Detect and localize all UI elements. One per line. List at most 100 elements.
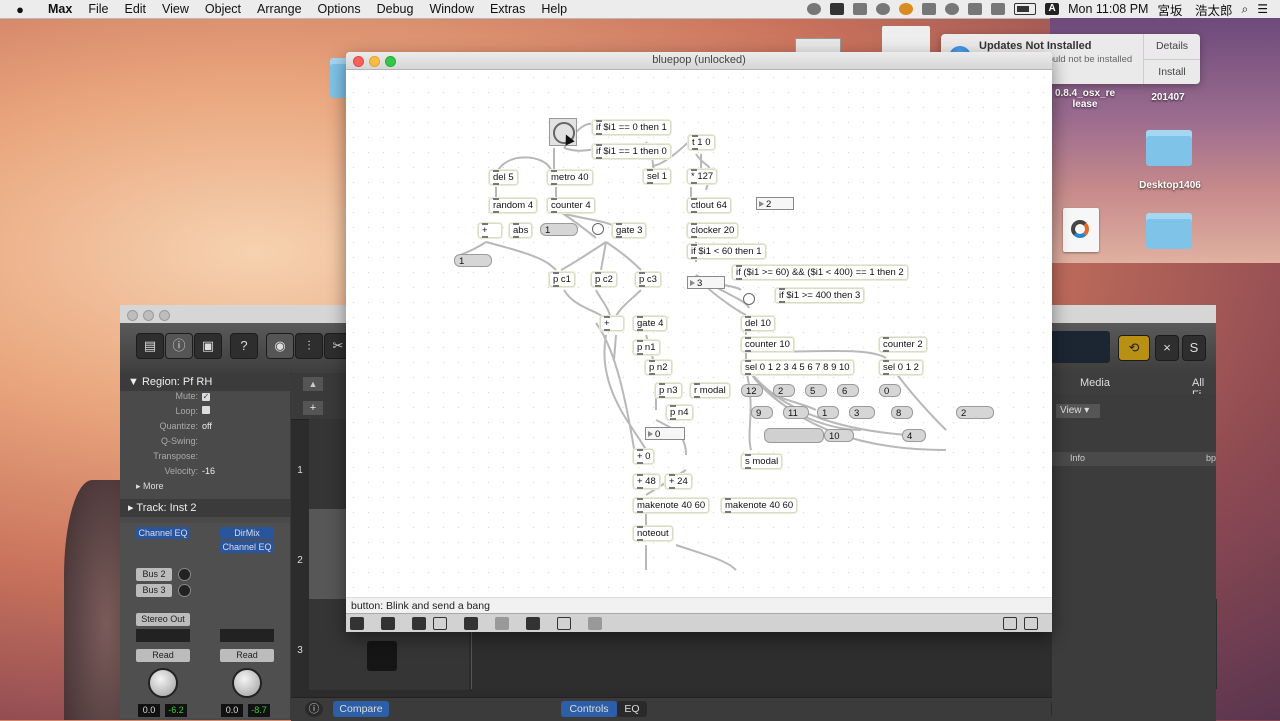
menu-app-max[interactable]: Max [40, 2, 80, 16]
info-icon[interactable]: ⓘ [305, 701, 323, 717]
delete-icon[interactable] [433, 617, 447, 630]
menu-edit[interactable]: Edit [116, 2, 154, 16]
wifi-icon[interactable] [968, 3, 983, 15]
message-box[interactable]: 5 [805, 384, 827, 397]
number-box[interactable]: 0 [645, 427, 685, 440]
object-counter-10[interactable]: counter 10 [741, 337, 794, 352]
object-p-c2[interactable]: p c2 [591, 272, 617, 287]
message-box[interactable]: 3 [849, 406, 875, 419]
compare-button[interactable]: Compare [333, 701, 389, 717]
bpm-column[interactable]: bp [1206, 453, 1216, 463]
channel-eq-slot-2[interactable]: Channel EQ [220, 541, 274, 553]
library-icon[interactable]: ▤ [136, 333, 164, 359]
spotlight-icon[interactable]: ⌕ [1242, 2, 1249, 17]
toggle-icon[interactable] [592, 223, 604, 235]
inspector-icon[interactable] [495, 617, 509, 630]
cycle-icon[interactable]: ⟲ [1118, 335, 1150, 361]
add-track-icon[interactable]: + [303, 401, 323, 415]
folder-icon[interactable] [1146, 213, 1192, 249]
patcher-canvas[interactable]: if $i1 == 0 then 1 if $i1 == 1 then 0 t … [346, 70, 1052, 597]
object-p-n2[interactable]: p n2 [645, 360, 672, 375]
minimize-icon[interactable] [143, 310, 154, 321]
menu-options[interactable]: Options [310, 2, 369, 16]
object-if-lt60[interactable]: if $i1 < 60 then 1 [687, 244, 766, 259]
message-box[interactable]: 12 [741, 384, 763, 397]
object-s-modal[interactable]: s modal [741, 454, 783, 469]
menu-object[interactable]: Object [197, 2, 249, 16]
object-gate-3[interactable]: gate 3 [612, 223, 647, 238]
message-box[interactable]: 10 [824, 429, 854, 442]
quantize-value[interactable]: off [202, 421, 212, 431]
object-sel-1[interactable]: sel 1 [643, 169, 672, 184]
settings-icon[interactable] [588, 617, 602, 630]
object-p-n3[interactable]: p n3 [655, 383, 682, 398]
apple-menu-icon[interactable]: ● [0, 2, 40, 17]
pan-knob[interactable] [232, 668, 262, 698]
group-slot[interactable] [136, 629, 190, 642]
message-box[interactable]: 1 [817, 406, 839, 419]
message-box[interactable]: 1 [540, 223, 578, 236]
number-box[interactable]: 2 [756, 197, 794, 210]
solo-icon[interactable]: S [1182, 335, 1206, 361]
channel-eq-slot[interactable]: Channel EQ [136, 527, 190, 539]
menubar-clock[interactable]: Mon 11:08 PM [1068, 2, 1148, 16]
smart-controls-icon[interactable]: ◉ [266, 333, 294, 359]
desktop-file-label[interactable]: 201407 [1140, 92, 1196, 103]
object-plus-48[interactable]: + 48 [633, 474, 660, 489]
send-knob-icon[interactable] [178, 584, 191, 597]
quick-help-icon[interactable]: ? [230, 333, 258, 359]
replace-icon[interactable]: × [1155, 335, 1179, 361]
controls-tab[interactable]: Controls [561, 701, 617, 717]
message-box[interactable]: 4 [902, 429, 926, 442]
object-multiply[interactable]: * 127 [687, 169, 718, 184]
split-view-icon[interactable] [1024, 617, 1038, 630]
automation-read-button[interactable]: Read [220, 649, 274, 662]
details-button[interactable]: Details [1144, 34, 1200, 59]
close-icon[interactable] [353, 56, 364, 67]
battery-icon[interactable] [1014, 3, 1037, 15]
object-plus[interactable]: + [478, 223, 502, 238]
object-counter-2[interactable]: counter 2 [879, 337, 927, 352]
track-header[interactable]: ▸ Track: Inst 2 [120, 499, 290, 517]
dirmix-slot[interactable]: DirMix [220, 527, 274, 539]
menubar-user[interactable]: 宮坂 浩太郎 [1157, 0, 1232, 19]
sidebar-toggle-icon[interactable] [1003, 617, 1017, 630]
install-button[interactable]: Install [1144, 58, 1200, 85]
object-p-n1[interactable]: p n1 [633, 340, 660, 355]
drive-icon[interactable] [853, 3, 868, 15]
inspector-icon[interactable]: ⓘ [165, 333, 193, 359]
object-del-5[interactable]: del 5 [489, 170, 518, 185]
minimize-icon[interactable] [369, 56, 380, 67]
menu-debug[interactable]: Debug [369, 2, 422, 16]
object-gate-4[interactable]: gate 4 [633, 316, 668, 331]
more-row[interactable]: ▸ More [120, 481, 290, 496]
cloud-icon[interactable] [876, 3, 891, 15]
group-slot[interactable] [220, 629, 274, 642]
object-del-10[interactable]: del 10 [741, 316, 775, 331]
object-r-modal[interactable]: r modal [690, 383, 730, 398]
record-status-icon[interactable] [807, 3, 822, 15]
message-stack[interactable] [764, 428, 824, 443]
object-plus-2[interactable]: + [600, 316, 624, 331]
menu-arrange[interactable]: Arrange [249, 2, 309, 16]
object-p-c1[interactable]: p c1 [549, 272, 575, 287]
object-makenote-2[interactable]: makenote 40 60 [721, 498, 798, 513]
view-dropdown[interactable]: View ▾ [1056, 404, 1100, 418]
object-ctlout[interactable]: ctlout 64 [687, 198, 731, 213]
object-if-ge400[interactable]: if $i1 >= 400 then 3 [775, 288, 865, 303]
toolbar-icon[interactable]: ▣ [194, 333, 222, 359]
message-box[interactable]: 2 [956, 406, 994, 419]
menu-help[interactable]: Help [533, 2, 575, 16]
menu-extras[interactable]: Extras [482, 2, 533, 16]
check-badge-icon[interactable] [899, 3, 914, 15]
message-box[interactable]: 2 [773, 384, 795, 397]
object-t-1-0[interactable]: t 1 0 [688, 135, 715, 150]
menu-file[interactable]: File [80, 2, 116, 16]
object-makenote[interactable]: makenote 40 60 [633, 498, 710, 513]
debug-icon[interactable] [464, 617, 478, 630]
desktop-file-label[interactable]: 0.8.4_osx_re lease [1040, 88, 1130, 110]
number-box[interactable]: 3 [687, 276, 725, 289]
mixer-icon[interactable]: ⫶ [295, 333, 323, 359]
volume-icon[interactable] [991, 3, 1006, 15]
tool-icon[interactable] [922, 3, 937, 15]
